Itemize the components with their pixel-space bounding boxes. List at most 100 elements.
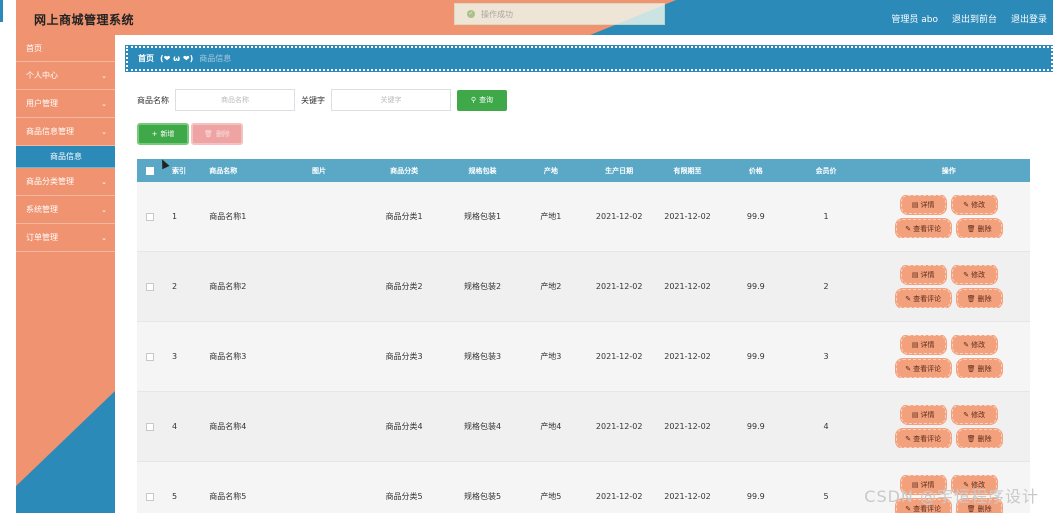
view-comments-button[interactable]: ✎ 查看评论 xyxy=(895,429,951,448)
success-toast: ✓ 操作成功 xyxy=(454,3,665,25)
edit-button[interactable]: ✎ 修改 xyxy=(951,195,997,214)
sidebar-item[interactable]: 个人中心 ⌄ xyxy=(16,62,115,90)
chevron-down-icon: ⌄ xyxy=(101,234,107,242)
cell-expiry: 2021-12-02 xyxy=(664,422,711,431)
batch-delete-label: 删除 xyxy=(215,130,230,138)
col-name: 商品名称 xyxy=(209,166,238,175)
sidebar-subitem-product-info[interactable]: 商品信息 xyxy=(16,146,115,168)
product-table: 索引 商品名称 图片 商品分类 规格包装 产地 生产日期 有限期至 价格 会员价… xyxy=(137,159,1030,513)
success-icon: ✓ xyxy=(467,10,475,18)
cell-origin: 产地4 xyxy=(540,422,562,431)
top-header: 网上商城管理系统 ✓ 操作成功 管理员 abo 退出到前台 退出登录 xyxy=(16,0,1053,35)
row-select-cell xyxy=(137,212,162,221)
chevron-down-icon: ⌄ xyxy=(101,178,107,186)
sidebar-item[interactable]: 商品分类管理 ⌄ xyxy=(16,168,115,196)
cell-actions: ▤ 详情 ✎ 修改 ✎ 查看评论 🗑 删除 xyxy=(867,405,1030,448)
add-button[interactable]: + 新增 xyxy=(137,123,189,145)
product-name-input[interactable]: 商品名称 xyxy=(175,89,295,111)
detail-button[interactable]: ▤ 详情 xyxy=(900,195,946,214)
delete-button[interactable]: 🗑 删除 xyxy=(956,289,1002,308)
cell-member-price: 2 xyxy=(823,282,829,291)
row-actions: ▤ 详情 ✎ 修改 ✎ 查看评论 🗑 删除 xyxy=(889,265,1009,308)
edit-button[interactable]: ✎ 修改 xyxy=(951,265,997,284)
logout-link[interactable]: 退出登录 xyxy=(1011,12,1047,25)
cell-member-price: 5 xyxy=(823,492,829,501)
delete-button-label: 删除 xyxy=(977,364,992,373)
search-button-label: 查询 xyxy=(479,96,494,104)
row-checkbox[interactable] xyxy=(145,212,154,221)
view-comments-button[interactable]: ✎ 查看评论 xyxy=(895,219,951,238)
sidebar-item-label: 首页 xyxy=(26,44,42,53)
col-spec: 规格包装 xyxy=(468,166,497,175)
cell-category: 商品分类2 xyxy=(385,282,423,291)
select-all-cell xyxy=(137,166,162,175)
sidebar-item[interactable]: 首页 xyxy=(16,35,115,62)
keyword-label: 关键字 xyxy=(301,95,325,105)
view-comments-button[interactable]: ✎ 查看评论 xyxy=(895,359,951,378)
keyword-input[interactable]: 关键字 xyxy=(331,89,451,111)
col-category: 商品分类 xyxy=(390,166,419,175)
trash-icon: 🗑 xyxy=(966,434,976,443)
row-checkbox[interactable] xyxy=(145,282,154,291)
sidebar-item[interactable]: 订单管理 ⌄ xyxy=(16,224,115,252)
cell-expiry: 2021-12-02 xyxy=(664,212,711,221)
breadcrumb: 首页 (❤ ω ❤) 商品信息 xyxy=(125,45,1053,72)
sidebar-item[interactable]: 用户管理 ⌄ xyxy=(16,90,115,118)
search-bar: 商品名称 商品名称 关键字 关键字 ⚲ 查询 xyxy=(137,89,507,111)
cell-price: 99.9 xyxy=(746,492,765,501)
cell-category: 商品分类5 xyxy=(385,492,423,501)
view-comments-button-label: 查看评论 xyxy=(913,434,942,443)
col-expiry: 有限期至 xyxy=(673,166,702,175)
sidebar-item-label: 系统管理 xyxy=(26,205,58,214)
view-comments-button-label: 查看评论 xyxy=(913,224,942,233)
row-select-cell xyxy=(137,492,162,501)
detail-button[interactable]: ▤ 详情 xyxy=(900,265,946,284)
trash-icon: 🗑 xyxy=(966,224,976,233)
cell-spec: 规格包装1 xyxy=(463,212,502,221)
table-body: 1 商品名称1 商品分类1 规格包装1 产地1 2021-12-02 2021-12-02 9… xyxy=(137,182,1030,513)
delete-button[interactable]: 🗑 删除 xyxy=(956,359,1002,378)
cell-actions: ▤ 详情 ✎ 修改 ✎ 查看评论 🗑 删除 xyxy=(867,265,1030,308)
row-checkbox[interactable] xyxy=(145,352,154,361)
cell-category: 商品分类1 xyxy=(385,212,423,221)
table-row: 1 商品名称1 商品分类1 规格包装1 产地1 2021-12-02 2021-12-02 9… xyxy=(137,182,1030,252)
cell-origin: 产地5 xyxy=(540,492,562,501)
back-to-front-link[interactable]: 退出到前台 xyxy=(952,12,997,25)
cell-member-price: 3 xyxy=(823,352,829,361)
row-checkbox[interactable] xyxy=(145,422,154,431)
row-checkbox[interactable] xyxy=(145,492,154,501)
sidebar-item-label: 个人中心 xyxy=(26,71,58,80)
select-all-checkbox[interactable] xyxy=(145,166,154,175)
document-icon: ▤ xyxy=(911,270,919,279)
view-comments-button-label: 查看评论 xyxy=(913,364,942,373)
cell-category: 商品分类4 xyxy=(385,422,423,431)
view-comments-button-label: 查看评论 xyxy=(913,294,942,303)
view-comments-button[interactable]: ✎ 查看评论 xyxy=(895,289,951,308)
add-button-label: 新增 xyxy=(160,130,175,138)
cell-index: 4 xyxy=(172,422,178,431)
cell-price: 99.9 xyxy=(746,212,765,221)
breadcrumb-home[interactable]: 首页 xyxy=(138,53,154,64)
cell-production-date: 2021-12-02 xyxy=(595,282,643,291)
cell-origin: 产地3 xyxy=(540,352,562,361)
detail-button[interactable]: ▤ 详情 xyxy=(900,335,946,354)
cell-expiry: 2021-12-02 xyxy=(664,352,711,361)
search-button[interactable]: ⚲ 查询 xyxy=(457,89,507,111)
sidebar-item[interactable]: 商品信息管理 ⌄ xyxy=(16,118,115,146)
sidebar: 首页 个人中心 ⌄ 用户管理 ⌄ 商品信息管理 ⌄ 商品信息 商品分类管理 ⌄ 系统管理 ⌄ 订单管理 ⌄ xyxy=(16,35,115,513)
row-select-cell xyxy=(137,282,162,291)
delete-button-label: 删除 xyxy=(977,294,992,303)
cell-name: 商品名称5 xyxy=(209,492,247,501)
batch-delete-button[interactable]: 🗑 删除 xyxy=(191,123,243,145)
sidebar-item[interactable]: 系统管理 ⌄ xyxy=(16,196,115,224)
delete-button[interactable]: 🗑 删除 xyxy=(956,429,1002,448)
detail-button[interactable]: ▤ 详情 xyxy=(900,405,946,424)
edit-button[interactable]: ✎ 修改 xyxy=(951,335,997,354)
detail-button-label: 详情 xyxy=(920,200,935,209)
edit-button[interactable]: ✎ 修改 xyxy=(951,405,997,424)
pencil-icon: ✎ xyxy=(963,270,970,279)
cell-spec: 规格包装5 xyxy=(463,492,502,501)
table-row: 3 商品名称3 商品分类3 规格包装3 产地3 2021-12-02 2021-12-02 9… xyxy=(137,322,1030,392)
gutter-mark xyxy=(0,0,3,22)
delete-button[interactable]: 🗑 删除 xyxy=(956,219,1002,238)
